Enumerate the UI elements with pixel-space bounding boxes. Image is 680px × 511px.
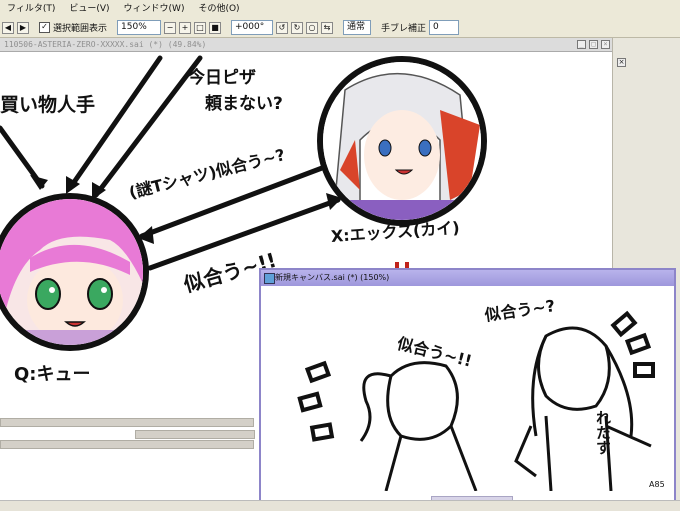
main-window-title: 110506-ASTERIA-ZERO-XXXXX.sai (*) (49.84… [0,38,612,52]
maximize-icon[interactable]: □ [589,40,598,49]
signature: A85 [649,480,665,489]
close-icon[interactable]: × [601,40,610,49]
menu-window[interactable]: ウィンドウ(W) [117,0,192,18]
menu-filter[interactable]: フィルタ(T) [0,0,62,18]
zoom-in-button[interactable]: + [179,21,192,34]
menu-bar: フィルタ(T) ビュー(V) ウィンドウ(W) その他(O) [0,0,680,19]
horizontal-scrollbar-thumb[interactable] [135,430,255,439]
flip-button[interactable]: ⇆ [321,21,334,34]
zoom-fit-button[interactable]: □ [194,21,207,34]
undo-button[interactable]: ◀ [2,21,14,34]
sub-text-taken: れたす [594,410,612,455]
motion-mark [297,391,323,413]
rotate-left-icon[interactable]: ↺ [276,21,289,34]
minimize-icon[interactable]: _ [577,40,586,49]
stabilizer-label: 手ブレ補正 [381,24,427,34]
zoom-out-button[interactable]: − [164,21,177,34]
sub-window-title-text: 新規キャンバス.sai (*) (150%) [275,273,390,282]
text-shopping: 買い物人手 [0,94,96,116]
rotate-reset-button[interactable]: ○ [306,21,319,34]
menu-other[interactable]: その他(O) [191,0,246,18]
blend-mode-select[interactable]: 通常 [343,20,372,35]
character-left-ponytail [359,372,392,442]
motion-mark [633,362,655,378]
redo-button[interactable]: ▶ [17,21,29,34]
horizontal-scrollbar[interactable] [0,440,254,449]
motion-mark [610,310,638,338]
horizontal-scrollbar[interactable] [0,418,254,427]
motion-mark [624,332,652,356]
x-character-portrait [317,56,487,226]
q-character-portrait [0,193,149,351]
menu-view[interactable]: ビュー(V) [62,0,116,18]
canvas-file-icon [264,273,275,284]
sub-canvas-window: 新規キャンバス.sai (*) (150%) 似合う~!! 似合う~? れたす … [259,268,676,505]
text-q-name: Q:キュー [14,364,91,385]
character-right-head [537,326,611,411]
sub-window-title: 新規キャンバス.sai (*) (150%) [261,270,674,286]
main-window-title-text: 110506-ASTERIA-ZERO-XXXXX.sai (*) (49.84… [4,40,207,49]
rotate-right-icon[interactable]: ↻ [291,21,304,34]
show-selection-label: 選択範囲表示 [53,24,108,34]
panel-close-icon[interactable]: × [617,58,626,67]
show-selection-checkbox[interactable]: ✓ [39,22,50,33]
text-pizza-line2: 頼まない? [205,94,283,114]
toolbar: ◀ ▶ ✓ 選択範囲表示 150% − + □ ■ +000° ↺ ↻ ○ ⇆ … [0,18,680,38]
arrowhead [30,175,48,190]
text-pizza-line1: 今日ピザ [188,68,256,88]
sub-drawing[interactable] [261,286,674,491]
status-bar [0,500,680,511]
stabilizer-select[interactable]: 0 [429,20,460,35]
rotation-field[interactable]: +000° [231,20,274,35]
zoom-field[interactable]: 150% [117,20,162,35]
motion-mark [304,360,332,384]
zoom-reset-button[interactable]: ■ [209,21,222,34]
motion-mark [309,422,335,442]
character-left-head [386,361,459,441]
